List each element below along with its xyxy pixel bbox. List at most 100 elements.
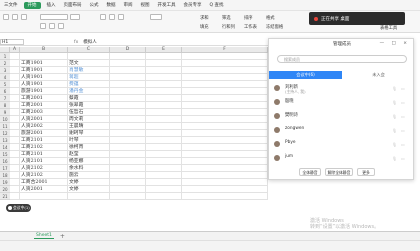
row-header[interactable]: 19 bbox=[0, 179, 10, 186]
member-search-input[interactable]: 搜索成员 bbox=[277, 55, 407, 63]
tab-in-meeting[interactable]: 会议中(6) bbox=[269, 71, 342, 79]
table-cell[interactable] bbox=[10, 172, 20, 179]
bold-icon[interactable] bbox=[40, 23, 46, 29]
freeze-button[interactable]: 冻结窗格 bbox=[266, 24, 283, 30]
table-cell[interactable] bbox=[146, 67, 182, 74]
table-cell[interactable] bbox=[110, 116, 146, 123]
table-cell[interactable]: 文婷 bbox=[68, 179, 110, 186]
row-header[interactable]: 1 bbox=[0, 53, 10, 60]
menu-layout[interactable]: 页面布局 bbox=[60, 2, 86, 8]
table-cell[interactable] bbox=[182, 102, 268, 109]
table-cell[interactable] bbox=[10, 158, 20, 165]
mute-all-button[interactable]: 全体静音 bbox=[299, 168, 321, 176]
table-cell[interactable] bbox=[110, 123, 146, 130]
table-cell[interactable] bbox=[10, 81, 20, 88]
mic-icon[interactable]: 🎙 bbox=[392, 86, 397, 91]
mic-icon[interactable]: 🎙 bbox=[392, 100, 397, 105]
table-cell[interactable] bbox=[146, 53, 182, 60]
list-item[interactable]: 刘利新 (主持人, 我) 🎙 ▭ bbox=[274, 83, 410, 97]
table-cell[interactable] bbox=[146, 88, 182, 95]
table-cell[interactable] bbox=[146, 144, 182, 151]
font-size-select[interactable] bbox=[70, 14, 80, 20]
sort-button[interactable]: 排序 bbox=[244, 15, 253, 21]
table-cell[interactable]: 工商2001 bbox=[20, 95, 68, 102]
table-cell[interactable]: 工商2003 bbox=[20, 109, 68, 116]
row-header[interactable]: 9 bbox=[0, 109, 10, 116]
table-cell[interactable] bbox=[110, 158, 146, 165]
table-cell[interactable] bbox=[182, 130, 268, 137]
table-cell[interactable] bbox=[146, 95, 182, 102]
table-cell[interactable] bbox=[110, 144, 146, 151]
table-cell[interactable] bbox=[110, 53, 146, 60]
table-cell[interactable] bbox=[182, 81, 268, 88]
table-cell[interactable] bbox=[10, 53, 20, 60]
table-cell[interactable] bbox=[182, 67, 268, 74]
camera-icon[interactable]: ▭ bbox=[401, 128, 405, 133]
table-cell[interactable]: 人资2001 bbox=[20, 186, 68, 193]
table-cell[interactable] bbox=[146, 81, 182, 88]
table-cell[interactable]: 工商合2001 bbox=[20, 179, 68, 186]
row-header[interactable]: 3 bbox=[0, 67, 10, 74]
table-cell[interactable] bbox=[10, 144, 20, 151]
table-cell[interactable] bbox=[146, 130, 182, 137]
table-cell[interactable] bbox=[182, 137, 268, 144]
table-cell[interactable]: 范文 bbox=[68, 60, 110, 67]
number-format-select[interactable] bbox=[150, 14, 162, 20]
table-cell[interactable]: 蒋超 bbox=[68, 74, 110, 81]
table-cell[interactable]: 杨亚娜 bbox=[68, 158, 110, 165]
row-header[interactable]: 11 bbox=[0, 123, 10, 130]
row-header[interactable]: 21 bbox=[0, 193, 10, 200]
fill-button[interactable]: 填充 bbox=[200, 24, 209, 30]
table-cell[interactable] bbox=[146, 137, 182, 144]
table-cell[interactable] bbox=[182, 186, 268, 193]
list-item[interactable]: zongwen 🎙 ▭ bbox=[274, 125, 410, 139]
table-cell[interactable] bbox=[20, 53, 68, 60]
table-cell[interactable] bbox=[10, 116, 20, 123]
table-cell[interactable] bbox=[20, 193, 68, 200]
table-cell[interactable] bbox=[146, 158, 182, 165]
align-center-icon[interactable] bbox=[109, 14, 115, 20]
table-cell[interactable] bbox=[110, 88, 146, 95]
table-cell[interactable]: 施云 bbox=[68, 172, 110, 179]
table-cell[interactable] bbox=[146, 74, 182, 81]
table-cell[interactable] bbox=[110, 186, 146, 193]
table-cell[interactable] bbox=[146, 186, 182, 193]
mic-icon[interactable]: 🎙 bbox=[392, 156, 397, 161]
table-cell[interactable]: 工商2101 bbox=[20, 137, 68, 144]
table-cell[interactable]: 费蕴 bbox=[68, 81, 110, 88]
more-button[interactable]: 更多 bbox=[357, 168, 375, 176]
table-cell[interactable] bbox=[110, 179, 146, 186]
tab-not-joined[interactable]: 未入会 bbox=[342, 71, 415, 79]
table-cell[interactable]: 人资2101 bbox=[20, 158, 68, 165]
worksheet-button[interactable]: 工作表 bbox=[244, 24, 257, 30]
row-header[interactable]: 15 bbox=[0, 151, 10, 158]
table-cell[interactable]: 旅游1901 bbox=[20, 88, 68, 95]
table-cell[interactable] bbox=[146, 172, 182, 179]
table-cell[interactable] bbox=[182, 95, 268, 102]
camera-icon[interactable]: ▭ bbox=[401, 86, 405, 91]
table-cell[interactable] bbox=[110, 193, 146, 200]
table-cell[interactable] bbox=[182, 165, 268, 172]
filter-button[interactable]: 筛选 bbox=[222, 15, 231, 21]
table-cell[interactable] bbox=[10, 193, 20, 200]
table-cell[interactable] bbox=[146, 60, 182, 67]
camera-icon[interactable]: ▭ bbox=[401, 156, 405, 161]
font-select[interactable] bbox=[40, 14, 68, 20]
table-cell[interactable] bbox=[182, 193, 268, 200]
formula-input[interactable]: 模拟人 bbox=[83, 39, 97, 45]
table-cell[interactable]: 谢珂琴 bbox=[68, 130, 110, 137]
meeting-float-button[interactable]: 会议中(1) bbox=[6, 204, 31, 212]
table-cell[interactable] bbox=[182, 88, 268, 95]
table-cell[interactable] bbox=[110, 60, 146, 67]
mic-icon[interactable]: 🎙 bbox=[392, 128, 397, 133]
table-cell[interactable] bbox=[110, 151, 146, 158]
list-item[interactable]: 殷晓 🎙 ▭ bbox=[274, 97, 410, 111]
menu-review[interactable]: 审阅 bbox=[120, 2, 137, 8]
row-header[interactable]: 16 bbox=[0, 158, 10, 165]
table-cell[interactable] bbox=[10, 123, 20, 130]
table-cell[interactable] bbox=[146, 165, 182, 172]
table-cell[interactable] bbox=[10, 165, 20, 172]
table-cell[interactable] bbox=[146, 102, 182, 109]
table-cell[interactable]: 蔡霞 bbox=[68, 95, 110, 102]
table-cell[interactable] bbox=[182, 116, 268, 123]
